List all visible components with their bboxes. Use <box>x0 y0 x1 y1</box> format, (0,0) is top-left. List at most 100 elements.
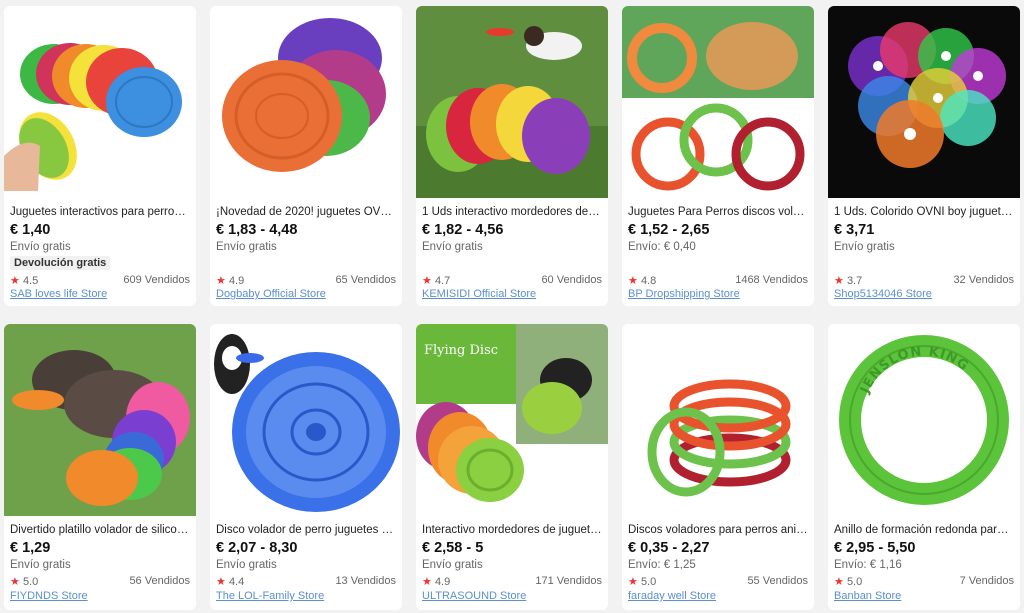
store-link[interactable]: The LOL-Family Store <box>216 590 324 602</box>
shipping-info: Envío gratis <box>10 241 71 253</box>
star-icon: ★ <box>216 576 226 588</box>
rating-row: ★ 4.8 1468 Vendidos <box>628 274 808 288</box>
rating-value: 5.0 <box>640 576 657 588</box>
shipping-info: Envío: € 1,16 <box>834 559 902 571</box>
product-card[interactable]: Divertido platillo volador de silicon...… <box>4 324 196 610</box>
shipping-info: Envío gratis <box>834 241 895 253</box>
rating-value: 4.4 <box>228 576 245 588</box>
rating-row: ★ 4.7 60 Vendidos <box>422 274 602 288</box>
star-icon: ★ <box>422 576 432 588</box>
product-title[interactable]: Anillo de formación redonda para ... <box>834 524 1014 540</box>
store-link[interactable]: BP Dropshipping Store <box>628 288 740 300</box>
sold-count: 1468 Vendidos <box>735 274 808 286</box>
star-icon: ★ <box>834 576 844 588</box>
product-image[interactable] <box>828 6 1020 198</box>
rating-row: ★ 4.9 65 Vendidos <box>216 274 396 288</box>
rating-row: ★ 4.9 171 Vendidos <box>422 575 602 589</box>
rating-row: ★ 3.7 32 Vendidos <box>834 274 1014 288</box>
store-link[interactable]: ULTRASOUND Store <box>422 590 526 602</box>
shipping-info: Envío: € 1,25 <box>628 559 696 571</box>
shipping-info: Envío gratis <box>422 559 483 571</box>
product-image[interactable] <box>210 324 402 516</box>
star-icon: ★ <box>10 576 20 588</box>
product-title[interactable]: Juguetes Para Perros discos volad... <box>628 206 808 222</box>
free-return-badge: Devolución gratis <box>10 256 111 270</box>
rating-row: ★ 5.0 56 Vendidos <box>10 575 190 589</box>
product-price: € 1,52 - 2,65 <box>628 222 710 238</box>
rating-value: 4.9 <box>228 275 245 287</box>
store-link[interactable]: faraday well Store <box>628 590 716 602</box>
sold-count: 65 Vendidos <box>335 274 396 286</box>
shipping-info: Envío gratis <box>216 241 277 253</box>
product-image[interactable]: JENSLON KING <box>828 324 1020 516</box>
sold-count: 609 Vendidos <box>123 274 190 286</box>
product-price: € 2,58 - 5 <box>422 540 484 556</box>
sold-count: 13 Vendidos <box>335 575 396 587</box>
sold-count: 7 Vendidos <box>959 575 1014 587</box>
product-card[interactable]: Discos voladores para perros anill... € … <box>622 324 814 610</box>
product-image[interactable] <box>416 6 608 198</box>
product-title[interactable]: 1 Uds. Colorido OVNI boy juguete ... <box>834 206 1014 222</box>
product-card[interactable]: Flying Disc Interactivo mordedores de ju… <box>416 324 608 610</box>
product-card[interactable]: JENSLON KING Anillo de formación redonda… <box>828 324 1020 610</box>
image-text: Flying Disc <box>424 343 498 358</box>
product-card[interactable]: 1 Uds interactivo mordedores de j... € 1… <box>416 6 608 306</box>
star-icon: ★ <box>10 275 20 287</box>
product-card[interactable]: 1 Uds. Colorido OVNI boy juguete ... € 3… <box>828 6 1020 306</box>
product-title[interactable]: ¡Novedad de 2020! juguetes OVNI ... <box>216 206 396 222</box>
star-icon: ★ <box>834 275 844 287</box>
product-card[interactable]: Juguetes interactivos para perros ... € … <box>4 6 196 306</box>
product-title[interactable]: 1 Uds interactivo mordedores de j... <box>422 206 602 222</box>
rating-row: ★ 5.0 55 Vendidos <box>628 575 808 589</box>
product-title[interactable]: Disco volador de perro juguetes d... <box>216 524 396 540</box>
sold-count: 55 Vendidos <box>747 575 808 587</box>
product-title[interactable]: Interactivo mordedores de juguete... <box>422 524 602 540</box>
star-icon: ★ <box>216 275 226 287</box>
rating-row: ★ 4.5 609 Vendidos <box>10 274 190 288</box>
rating-value: 4.7 <box>434 275 451 287</box>
product-card[interactable]: Juguetes Para Perros discos volad... € 1… <box>622 6 814 306</box>
store-link[interactable]: FIYDNDS Store <box>10 590 88 602</box>
star-icon: ★ <box>628 275 638 287</box>
product-card[interactable]: ¡Novedad de 2020! juguetes OVNI ... € 1,… <box>210 6 402 306</box>
product-title[interactable]: Divertido platillo volador de silicon... <box>10 524 190 540</box>
rating-row: ★ 4.4 13 Vendidos <box>216 575 396 589</box>
product-grid: Juguetes interactivos para perros ... € … <box>0 0 1024 613</box>
product-price: € 1,83 - 4,48 <box>216 222 298 238</box>
shipping-info: Envío gratis <box>10 559 71 571</box>
store-link[interactable]: Banban Store <box>834 590 901 602</box>
product-card[interactable]: Disco volador de perro juguetes d... € 2… <box>210 324 402 610</box>
rating-value: 5.0 <box>22 576 39 588</box>
store-link[interactable]: Shop5134046 Store <box>834 288 932 300</box>
product-title[interactable]: Juguetes interactivos para perros ... <box>10 206 190 222</box>
store-link[interactable]: KEMISIDI Official Store <box>422 288 536 300</box>
product-image[interactable] <box>4 6 196 198</box>
rating-value: 5.0 <box>846 576 863 588</box>
product-image[interactable]: Flying Disc <box>416 324 608 516</box>
product-price: € 0,35 - 2,27 <box>628 540 710 556</box>
rating-value: 4.8 <box>640 275 657 287</box>
product-price: € 1,40 <box>10 222 51 238</box>
shipping-info: Envío gratis <box>422 241 483 253</box>
sold-count: 171 Vendidos <box>535 575 602 587</box>
shipping-info: Envío gratis <box>216 559 277 571</box>
rating-value: 3.7 <box>846 275 863 287</box>
store-link[interactable]: Dogbaby Official Store <box>216 288 326 300</box>
sold-count: 32 Vendidos <box>953 274 1014 286</box>
product-price: € 2,95 - 5,50 <box>834 540 916 556</box>
product-price: € 1,29 <box>10 540 51 556</box>
product-image[interactable] <box>4 324 196 516</box>
product-image[interactable] <box>210 6 402 198</box>
sold-count: 56 Vendidos <box>129 575 190 587</box>
store-link[interactable]: SAB loves life Store <box>10 288 107 300</box>
sold-count: 60 Vendidos <box>541 274 602 286</box>
product-title[interactable]: Discos voladores para perros anill... <box>628 524 808 540</box>
rating-value: 4.5 <box>22 275 39 287</box>
star-icon: ★ <box>422 275 432 287</box>
product-price: € 2,07 - 8,30 <box>216 540 298 556</box>
product-image[interactable] <box>622 324 814 516</box>
rating-value: 4.9 <box>434 576 451 588</box>
shipping-info: Envío: € 0,40 <box>628 241 696 253</box>
product-image[interactable] <box>622 6 814 198</box>
star-icon: ★ <box>628 576 638 588</box>
